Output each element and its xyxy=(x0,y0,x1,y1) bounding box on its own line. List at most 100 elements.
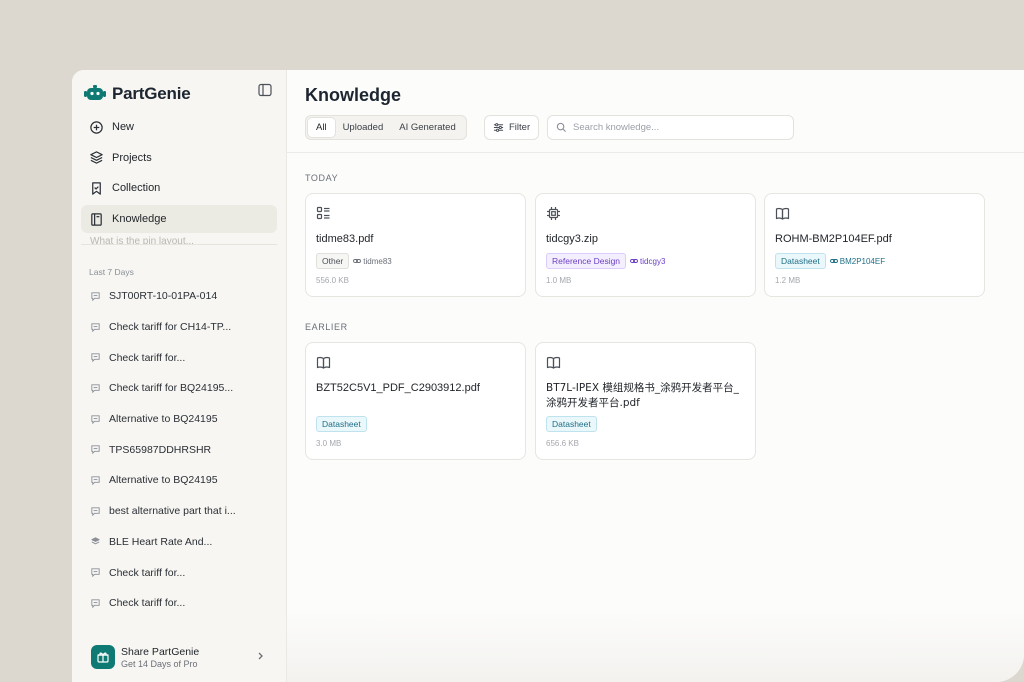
tab-ai-generated[interactable]: AI Generated xyxy=(391,118,464,137)
chat-bubble-icon xyxy=(91,568,100,578)
history-item-label: Alternative to BQ24195 xyxy=(109,474,218,487)
brand[interactable]: PartGenie xyxy=(84,82,191,106)
page-title: Knowledge xyxy=(305,85,402,105)
search-box xyxy=(547,115,794,140)
link-icon xyxy=(630,259,638,263)
source-tabs: All Uploaded AI Generated xyxy=(305,115,467,140)
card-tags: Datasheet xyxy=(546,416,597,432)
history-item[interactable]: Alternative to BQ24195 xyxy=(81,404,277,435)
book-open-icon xyxy=(316,356,331,369)
card-file-name: tidme83.pdf xyxy=(316,233,374,245)
part-link-label: tidcgy3 xyxy=(640,256,666,266)
gift-icon xyxy=(91,645,115,669)
card-tags: Reference Design tidcgy3 xyxy=(546,253,665,269)
plus-circle-icon xyxy=(90,120,103,134)
part-link[interactable]: tidcgy3 xyxy=(630,257,665,266)
card-file-name: tidcgy3.zip xyxy=(546,233,598,245)
history-item-label: Alternative to BQ24195 xyxy=(109,413,218,426)
history-item[interactable]: SJT00RT-10-01PA-014 xyxy=(81,281,277,312)
part-link[interactable]: tidme83 xyxy=(353,257,392,266)
share-title: Share PartGenie xyxy=(121,645,200,658)
layers-small-icon xyxy=(91,537,100,545)
filter-button[interactable]: Filter xyxy=(484,115,539,140)
history-item[interactable]: BLE Heart Rate And... xyxy=(81,527,277,558)
history-item-label: SJT00RT-10-01PA-014 xyxy=(109,290,218,303)
nav-label: Projects xyxy=(112,151,152,164)
nav-item-collection[interactable]: Collection xyxy=(81,174,277,202)
file-size: 556.0 KB xyxy=(316,276,349,285)
chevron-right-icon xyxy=(258,652,263,660)
search-input[interactable] xyxy=(573,122,773,133)
history-item[interactable]: Alternative to BQ24195 xyxy=(81,465,277,496)
group-label-earlier: EARLIER xyxy=(305,322,348,332)
history-list: SJT00RT-10-01PA-014 Check tariff for CH1… xyxy=(81,281,277,619)
history-item[interactable]: Check tariff for... xyxy=(81,557,277,588)
history-item-label: Check tariff for BQ24195... xyxy=(109,382,234,395)
robot-logo-icon xyxy=(84,85,106,100)
category-badge: Datasheet xyxy=(316,416,367,432)
search-icon xyxy=(556,122,567,133)
history-item-label: Check tariff for... xyxy=(109,351,186,364)
book-open-icon xyxy=(546,356,561,369)
nav-item-projects[interactable]: Projects xyxy=(81,144,277,172)
knowledge-card[interactable]: ROHM-BM2P104EF.pdf Datasheet BM2P104EF 1… xyxy=(764,193,985,297)
share-text: Share PartGenie Get 14 Days of Pro xyxy=(121,646,199,669)
card-file-name: ROHM-BM2P104EF.pdf xyxy=(775,233,892,245)
book-icon xyxy=(91,212,102,226)
main-nav: New Projects Collection Knowledge xyxy=(81,113,277,236)
history-item[interactable]: Check tariff for BQ24195... xyxy=(81,373,277,404)
partial-history-item: What is the pin layout... xyxy=(90,236,194,244)
chat-bubble-icon xyxy=(91,384,100,394)
chat-bubble-icon xyxy=(91,292,100,302)
part-link[interactable]: BM2P104EF xyxy=(829,257,885,266)
main-content: Knowledge All Uploaded AI Generated Filt… xyxy=(287,70,1024,682)
tab-all[interactable]: All xyxy=(308,118,335,137)
filter-label: Filter xyxy=(509,122,531,133)
history-item[interactable]: Check tariff for... xyxy=(81,588,277,619)
history-item-label: Check tariff for CH14-TP... xyxy=(109,321,232,334)
nav-item-knowledge[interactable]: Knowledge xyxy=(81,205,277,234)
category-badge: Datasheet xyxy=(546,416,597,432)
app-window: PartGenie New Projects Collection Knowle… xyxy=(72,70,1024,682)
nav-label: Collection xyxy=(112,182,161,195)
knowledge-card[interactable]: BT7L-IPEX 模组规格书_涂鸦开发者平台_涂鸦开发者平台.pdf Data… xyxy=(535,342,756,460)
history-item[interactable]: Check tariff for... xyxy=(81,342,277,373)
sidebar-divider xyxy=(81,244,277,245)
sidebar-toggle-icon[interactable] xyxy=(258,83,272,97)
file-size: 1.2 MB xyxy=(775,276,801,285)
share-promo[interactable]: Share PartGenie Get 14 Days of Pro xyxy=(81,637,277,677)
sidebar: PartGenie New Projects Collection Knowle… xyxy=(72,70,287,682)
chat-bubble-icon xyxy=(91,445,100,455)
layers-icon xyxy=(90,151,103,164)
knowledge-card[interactable]: tidcgy3.zip Reference Design tidcgy3 1.0… xyxy=(535,193,756,297)
bookmark-icon xyxy=(92,182,101,195)
chat-bubble-icon xyxy=(91,507,100,516)
group-label-today: TODAY xyxy=(305,173,339,183)
card-tags: Other tidme83 xyxy=(316,253,392,269)
brand-name: PartGenie xyxy=(112,84,191,103)
chat-bubble-icon xyxy=(91,476,100,486)
category-badge: Reference Design xyxy=(546,253,627,269)
tab-uploaded[interactable]: Uploaded xyxy=(335,118,392,137)
history-item-label: TPS65987DDHRSHR xyxy=(109,443,212,456)
nav-item-new[interactable]: New xyxy=(81,113,277,141)
card-tags: Datasheet xyxy=(316,416,367,432)
history-section-label: Last 7 Days xyxy=(89,267,134,277)
chat-bubble-icon xyxy=(91,599,100,608)
card-file-name: BZT52C5V1_PDF_C2903912.pdf xyxy=(316,382,480,394)
history-item[interactable]: best alternative part that i... xyxy=(81,496,277,527)
history-item-label: Check tariff for... xyxy=(109,597,186,610)
card-file-name: BT7L-IPEX 模组规格书_涂鸦开发者平台_涂鸦开发者平台.pdf xyxy=(546,382,739,409)
bottom-fade xyxy=(287,610,1024,682)
chip-icon xyxy=(547,207,560,220)
link-icon xyxy=(353,259,362,263)
history-item[interactable]: TPS65987DDHRSHR xyxy=(81,434,277,465)
knowledge-card[interactable]: BZT52C5V1_PDF_C2903912.pdf Datasheet 3.0… xyxy=(305,342,526,460)
history-item[interactable]: Check tariff for CH14-TP... xyxy=(81,312,277,343)
nav-label: New xyxy=(112,121,135,133)
knowledge-card[interactable]: tidme83.pdf Other tidme83 556.0 KB xyxy=(305,193,526,297)
share-subtitle: Get 14 Days of Pro xyxy=(121,658,198,669)
card-tags: Datasheet BM2P104EF xyxy=(775,253,885,269)
file-size: 1.0 MB xyxy=(546,276,572,285)
nav-label: Knowledge xyxy=(112,213,167,226)
